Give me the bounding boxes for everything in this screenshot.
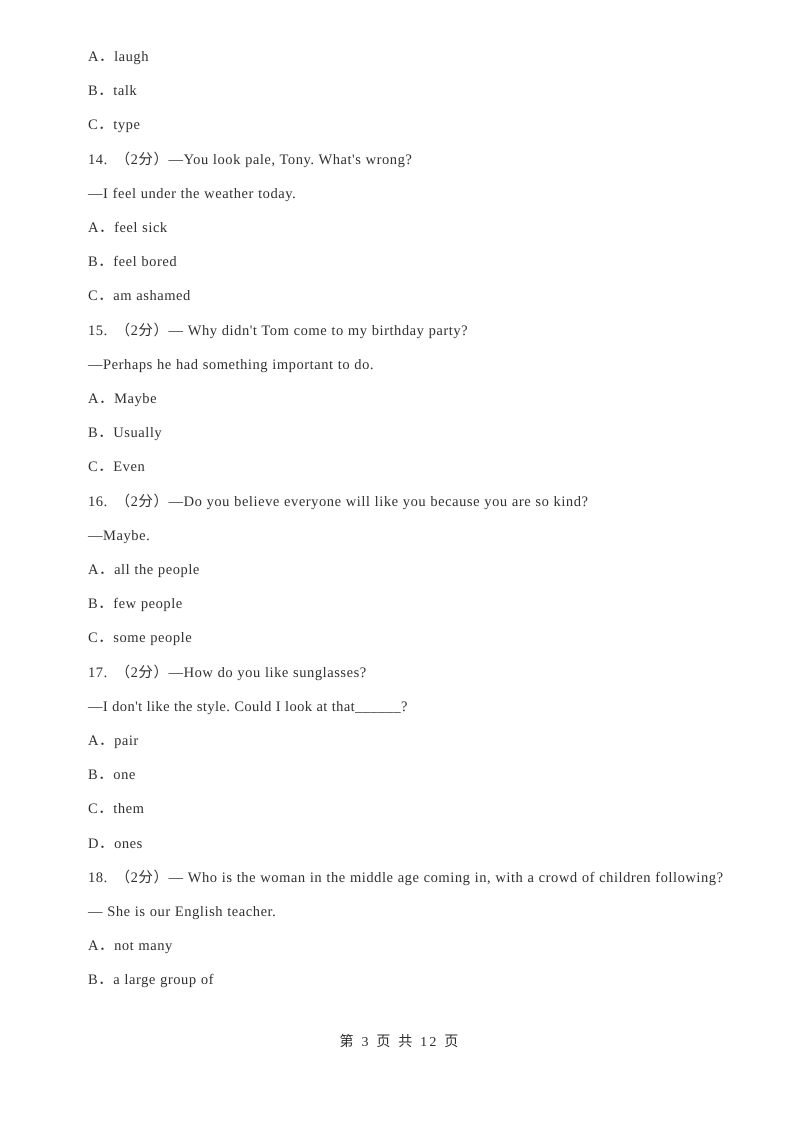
option-line: D．ones — [88, 835, 143, 852]
question-reply-line-16: —Maybe. — [88, 527, 151, 544]
option-line: A．laugh — [88, 49, 150, 65]
option-line: B．a large group of — [88, 972, 215, 989]
option-line: B．few people — [88, 596, 183, 613]
question-reply-line-14: —I feel under the weather today. — [88, 185, 297, 202]
option-line: A．all the people — [88, 562, 200, 579]
page-footer: 第 3 页 共 12 页 — [339, 1035, 461, 1050]
option-line: C．am ashamed — [88, 288, 191, 305]
option-line: B．Usually — [88, 425, 163, 442]
option-line: C．Even — [88, 459, 146, 476]
option-line: A．pair — [88, 733, 139, 750]
option-line: A．feel sick — [88, 220, 168, 237]
document-page: A．laugh B．talk C．type 14. （2分）—You look … — [0, 0, 800, 1132]
option-line: A．Maybe — [88, 391, 158, 408]
question-line-16: 16. （2分）—Do you believe everyone will li… — [88, 493, 589, 510]
option-line: C．type — [88, 117, 141, 134]
option-line: B．feel bored — [88, 254, 178, 271]
option-line: C．some people — [88, 630, 193, 647]
question-reply-line-18: — She is our English teacher. — [88, 904, 277, 921]
option-line: B．one — [88, 767, 136, 784]
question-line-17: 17. （2分）—How do you like sunglasses? — [88, 664, 367, 681]
question-line-18: 18. （2分）— Who is the woman in the middle… — [88, 869, 724, 886]
document-body: A．laugh B．talk C．type 14. （2分）—You look … — [48, 40, 752, 998]
question-line-15: 15. （2分）— Why didn't Tom come to my birt… — [88, 322, 469, 339]
question-reply-line-17: —I don't like the style. Could I look at… — [88, 698, 408, 715]
question-line-14: 14. （2分）—You look pale, Tony. What's wro… — [88, 151, 413, 168]
question-reply-line-15: —Perhaps he had something important to d… — [88, 356, 375, 373]
option-line: A．not many — [88, 938, 173, 955]
option-line: B．talk — [88, 83, 138, 100]
option-line: C．them — [88, 801, 145, 818]
